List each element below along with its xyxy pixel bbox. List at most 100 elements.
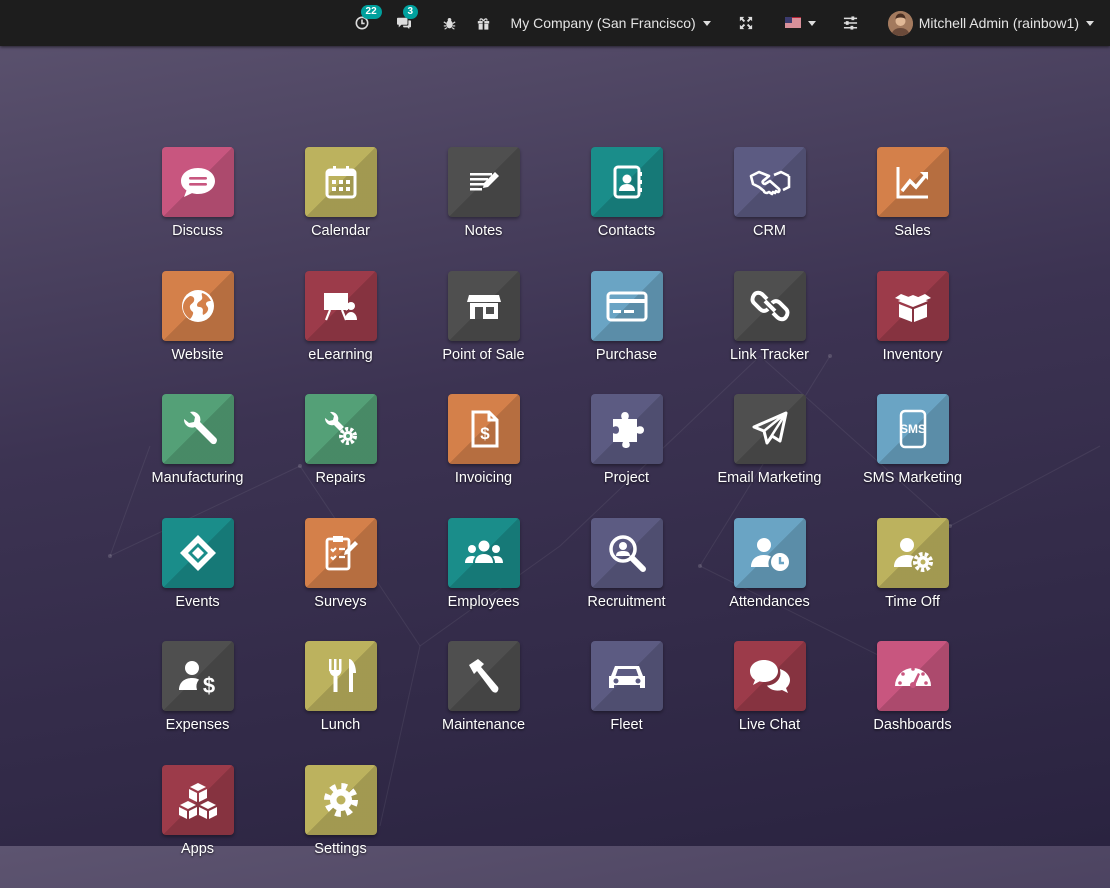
app-tile[interactable] [591, 271, 663, 341]
sliders-icon [840, 12, 862, 34]
app-label: Notes [465, 223, 503, 239]
app-label: Time Off [885, 594, 940, 610]
gear-icon [320, 779, 362, 821]
chat-bubbles-icon [748, 656, 792, 696]
app-tile[interactable] [877, 641, 949, 711]
app-tile[interactable] [305, 147, 377, 217]
app-fleet[interactable]: Fleet [555, 641, 698, 765]
app-tile[interactable] [448, 147, 520, 217]
svg-text:$: $ [480, 424, 490, 443]
app-tile[interactable] [734, 394, 806, 464]
app-live-chat[interactable]: Live Chat [698, 641, 841, 765]
settings-toggle[interactable] [840, 0, 862, 46]
gift-button[interactable] [473, 0, 495, 46]
app-tile[interactable] [877, 271, 949, 341]
app-recruitment[interactable]: Recruitment [555, 518, 698, 642]
user-clock-icon [749, 533, 791, 573]
app-tile[interactable] [591, 641, 663, 711]
app-calendar[interactable]: Calendar [269, 147, 412, 271]
company-switcher[interactable]: My Company (San Francisco) [511, 0, 711, 46]
app-events[interactable]: Events [126, 518, 269, 642]
chat-bubble-icon [178, 162, 218, 202]
svg-text:$: $ [202, 673, 214, 696]
app-tile[interactable] [591, 394, 663, 464]
app-label: Events [175, 594, 219, 610]
app-link-tracker[interactable]: Link Tracker [698, 271, 841, 395]
app-tile[interactable] [877, 147, 949, 217]
app-tile[interactable] [305, 765, 377, 835]
app-manufacturing[interactable]: Manufacturing [126, 394, 269, 518]
app-tile[interactable] [305, 641, 377, 711]
activities-menu[interactable]: 22 [351, 0, 373, 46]
app-surveys[interactable]: Surveys [269, 518, 412, 642]
app-website[interactable]: Website [126, 271, 269, 395]
wrench-gear-icon [321, 409, 361, 449]
app-label: CRM [753, 223, 786, 239]
app-time-off[interactable]: Time Off [841, 518, 984, 642]
app-grid: DiscussCalendar Notes Contacts CRM Sales Webs… [126, 147, 984, 888]
app-contacts[interactable]: Contacts [555, 147, 698, 271]
messages-menu[interactable]: 3 [393, 0, 415, 46]
app-email-marketing[interactable]: Email Marketing [698, 394, 841, 518]
user-dollar-icon: $ [177, 656, 219, 696]
app-dashboards[interactable]: Dashboards [841, 641, 984, 765]
app-tile[interactable]: $ [448, 394, 520, 464]
app-label: Email Marketing [718, 470, 822, 486]
app-label: Apps [181, 841, 214, 857]
app-tile[interactable] [162, 518, 234, 588]
app-tile[interactable] [734, 147, 806, 217]
app-tile[interactable] [162, 394, 234, 464]
app-tile[interactable] [162, 271, 234, 341]
app-tile[interactable] [448, 641, 520, 711]
app-tile[interactable] [448, 271, 520, 341]
box-icon [892, 286, 934, 326]
debug-button[interactable] [439, 0, 461, 46]
language-selector[interactable] [785, 0, 816, 46]
app-discuss[interactable]: Discuss [126, 147, 269, 271]
sms-phone-icon: SMS [893, 409, 933, 449]
app-maintenance[interactable]: Maintenance [412, 641, 555, 765]
avatar [888, 11, 913, 36]
wrench-icon [178, 409, 218, 449]
notes-icon [464, 162, 504, 202]
app-inventory[interactable]: Inventory [841, 271, 984, 395]
app-tile[interactable] [162, 147, 234, 217]
app-expenses[interactable]: $Expenses [126, 641, 269, 765]
app-label: Dashboards [873, 717, 951, 733]
app-lunch[interactable]: Lunch [269, 641, 412, 765]
fullscreen-button[interactable] [735, 0, 757, 46]
user-gear-icon [892, 533, 934, 573]
app-project[interactable]: Project [555, 394, 698, 518]
app-tile[interactable] [877, 518, 949, 588]
app-notes[interactable]: Notes [412, 147, 555, 271]
app-label: Link Tracker [730, 347, 809, 363]
app-tile[interactable] [734, 271, 806, 341]
app-tile[interactable] [734, 518, 806, 588]
app-tile[interactable]: SMS [877, 394, 949, 464]
app-invoicing[interactable]: $Invoicing [412, 394, 555, 518]
app-settings[interactable]: Settings [269, 765, 412, 888]
app-sales[interactable]: Sales [841, 147, 984, 271]
app-elearning[interactable]: eLearning [269, 271, 412, 395]
app-repairs[interactable]: Repairs [269, 394, 412, 518]
app-tile[interactable] [448, 518, 520, 588]
app-purchase[interactable]: Purchase [555, 271, 698, 395]
app-tile[interactable]: $ [162, 641, 234, 711]
app-tile[interactable] [591, 147, 663, 217]
app-tile[interactable] [305, 518, 377, 588]
app-tile[interactable] [162, 765, 234, 835]
app-sms-marketing[interactable]: SMSSMS Marketing [841, 394, 984, 518]
company-name: My Company (San Francisco) [511, 15, 696, 31]
app-point-of-sale[interactable]: Point of Sale [412, 271, 555, 395]
app-tile[interactable] [305, 394, 377, 464]
app-tile[interactable] [305, 271, 377, 341]
app-apps[interactable]: Apps [126, 765, 269, 888]
app-crm[interactable]: CRM [698, 147, 841, 271]
user-name: Mitchell Admin (rainbow1) [919, 15, 1079, 31]
app-employees[interactable]: Employees [412, 518, 555, 642]
app-tile[interactable] [591, 518, 663, 588]
app-tile[interactable] [734, 641, 806, 711]
app-label: Lunch [321, 717, 361, 733]
app-attendances[interactable]: Attendances [698, 518, 841, 642]
user-menu[interactable]: Mitchell Admin (rainbow1) [888, 0, 1094, 46]
